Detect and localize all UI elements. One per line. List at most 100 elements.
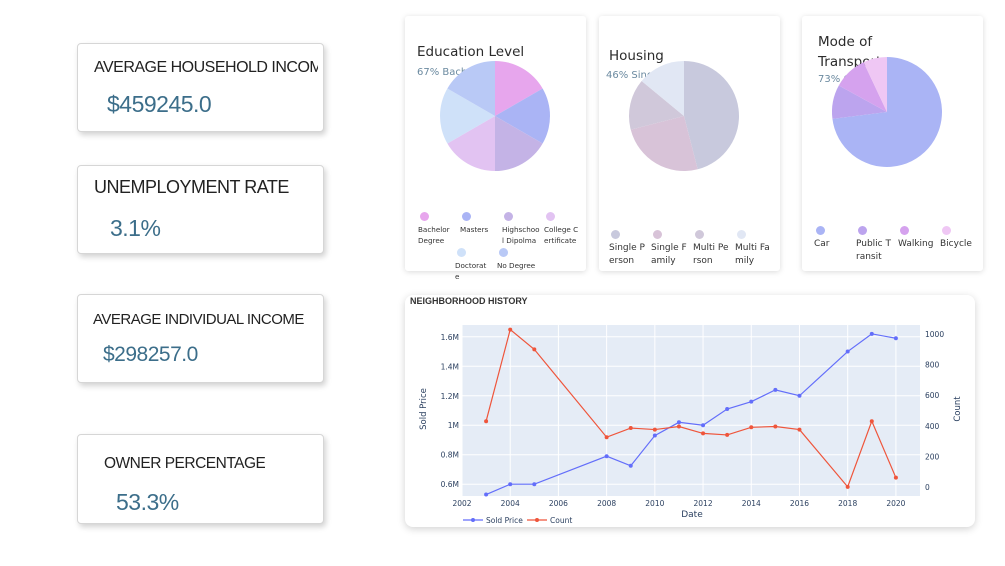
- legend-item-masters[interactable]: Masters: [460, 212, 494, 235]
- legend-swatch: [695, 230, 704, 239]
- legend-label: Public Transit: [856, 239, 891, 262]
- x-tick-label: 2016: [790, 499, 809, 508]
- legend-swatch: [858, 226, 867, 235]
- legend-swatch: [546, 212, 555, 221]
- legend-label: Multi Family: [735, 243, 770, 266]
- y2-tick-label: 400: [925, 422, 940, 431]
- legend-item-public-transit[interactable]: Public Transit: [856, 226, 892, 264]
- data-point[interactable]: [604, 435, 609, 440]
- legend-swatch: [737, 230, 746, 239]
- data-point[interactable]: [773, 387, 778, 392]
- legend-item-highschool-dipolma[interactable]: Highschool Dipolma: [502, 212, 540, 246]
- kpi-title: UNEMPLOYMENT RATE: [94, 177, 289, 197]
- legend-item-doctorate[interactable]: Doctorate: [455, 248, 489, 282]
- legend-swatch: [504, 212, 513, 221]
- education-card: Education Level 67% Bachelor Degree Bach…: [405, 16, 586, 281]
- data-point[interactable]: [893, 336, 898, 341]
- y-tick-label: 0.8M: [441, 451, 459, 460]
- kpi-card-individual-income: AVERAGE INDIVIDUAL INCOME $298257.0: [77, 294, 324, 383]
- data-point[interactable]: [749, 425, 754, 430]
- y2-tick-label: 600: [925, 391, 940, 400]
- kpi-card-household-income: AVERAGE HOUSEHOLD INCOME $459245.0: [77, 43, 324, 132]
- data-point[interactable]: [845, 349, 850, 354]
- legend-item-single-person[interactable]: Single Person: [609, 230, 645, 268]
- data-point[interactable]: [484, 492, 489, 497]
- x-tick-label: 2020: [886, 499, 905, 508]
- kpi-card-unemployment: UNEMPLOYMENT RATE 3.1%: [77, 165, 324, 254]
- legend-item-bachelor-degree[interactable]: Bachelor Degree: [418, 212, 452, 246]
- x-tick-label: 2018: [838, 499, 857, 508]
- y-tick-label: 0.6M: [441, 480, 459, 489]
- y2-tick-label: 200: [925, 452, 940, 461]
- x-tick-label: 2008: [597, 499, 616, 508]
- legend-item-no-degree[interactable]: No Degree: [497, 248, 537, 271]
- legend-label: No Degree: [497, 261, 536, 270]
- data-point[interactable]: [652, 427, 657, 432]
- legend-item-single-family[interactable]: Single Family: [651, 230, 687, 268]
- data-point[interactable]: [869, 419, 874, 424]
- data-point[interactable]: [676, 420, 681, 425]
- legend-item-college-certificate[interactable]: College Certificate: [544, 212, 582, 246]
- legend-swatch: [457, 248, 466, 257]
- kpi-card-owner-percentage: OWNER PERCENTAGE 53.3%: [77, 434, 324, 524]
- legend-item-bicycle[interactable]: Bicycle: [940, 226, 976, 251]
- kpi-value: $459245.0: [107, 91, 212, 117]
- y2-tick-label: 0: [925, 483, 930, 492]
- data-point[interactable]: [749, 399, 754, 404]
- legend-label: College Certificate: [544, 225, 579, 246]
- kpi-title: AVERAGE HOUSEHOLD INCOME: [94, 59, 318, 76]
- data-point[interactable]: [508, 327, 513, 332]
- y2-axis-label: Count: [953, 396, 963, 422]
- data-point[interactable]: [725, 407, 730, 412]
- data-point[interactable]: [869, 331, 874, 336]
- x-tick-label: 2006: [549, 499, 568, 508]
- x-axis-label: Date: [681, 510, 703, 520]
- y-tick-label: 1.4M: [441, 362, 459, 371]
- legend-label: Car: [814, 239, 830, 249]
- data-point[interactable]: [797, 393, 802, 398]
- x-tick-label: 2004: [501, 499, 520, 508]
- legend-label: Bicycle: [940, 239, 972, 249]
- data-point[interactable]: [652, 433, 657, 438]
- data-point[interactable]: [725, 432, 730, 437]
- data-point[interactable]: [893, 475, 898, 480]
- data-point[interactable]: [628, 426, 633, 431]
- kpi-value: 53.3%: [116, 489, 179, 515]
- legend-item-multi-family[interactable]: Multi Family: [735, 230, 771, 268]
- history-line-chart: NEIGHBORHOOD HISTORY 2002 2004 2006 2008 201…: [410, 296, 963, 525]
- data-point[interactable]: [508, 482, 513, 487]
- legend-item-car[interactable]: Car: [814, 226, 844, 251]
- data-point[interactable]: [773, 424, 778, 429]
- x-tick-label: 2010: [645, 499, 664, 508]
- legend-swatch: [653, 230, 662, 239]
- data-point[interactable]: [701, 431, 706, 436]
- legend-item-walking[interactable]: Walking: [898, 226, 938, 251]
- data-point[interactable]: [484, 419, 489, 424]
- legend-label: Single Family: [651, 243, 687, 266]
- y2-tick-label: 1000: [925, 330, 944, 339]
- kpi-title: OWNER PERCENTAGE: [104, 455, 266, 472]
- data-point[interactable]: [604, 454, 609, 459]
- data-point[interactable]: [797, 427, 802, 432]
- legend-label: Doctorate: [455, 261, 487, 282]
- legend-swatch: [611, 230, 620, 239]
- legend-label: Masters: [460, 225, 489, 234]
- y-tick-label: 1.6M: [441, 333, 459, 342]
- data-point[interactable]: [845, 484, 850, 489]
- housing-card: Housing 46% Single Person Single PersonS…: [599, 16, 780, 271]
- x-tick-label: 2002: [452, 499, 471, 508]
- x-tick-label: 2012: [694, 499, 713, 508]
- kpi-value: 3.1%: [110, 215, 161, 241]
- data-point[interactable]: [532, 482, 537, 487]
- data-point[interactable]: [628, 463, 633, 468]
- neighborhood-history-card: NEIGHBORHOOD HISTORY 2002 2004 2006 2008 201…: [405, 295, 975, 527]
- data-point[interactable]: [701, 423, 706, 428]
- kpi-value: $298257.0: [103, 343, 198, 366]
- data-point[interactable]: [532, 347, 537, 352]
- legend-swatch: [499, 248, 508, 257]
- data-point[interactable]: [676, 424, 681, 429]
- x-tick-label: 2014: [742, 499, 761, 508]
- legend-count: Count: [550, 516, 572, 525]
- chart-title: NEIGHBORHOOD HISTORY: [410, 296, 528, 306]
- legend-item-multi-person[interactable]: Multi Person: [693, 230, 729, 268]
